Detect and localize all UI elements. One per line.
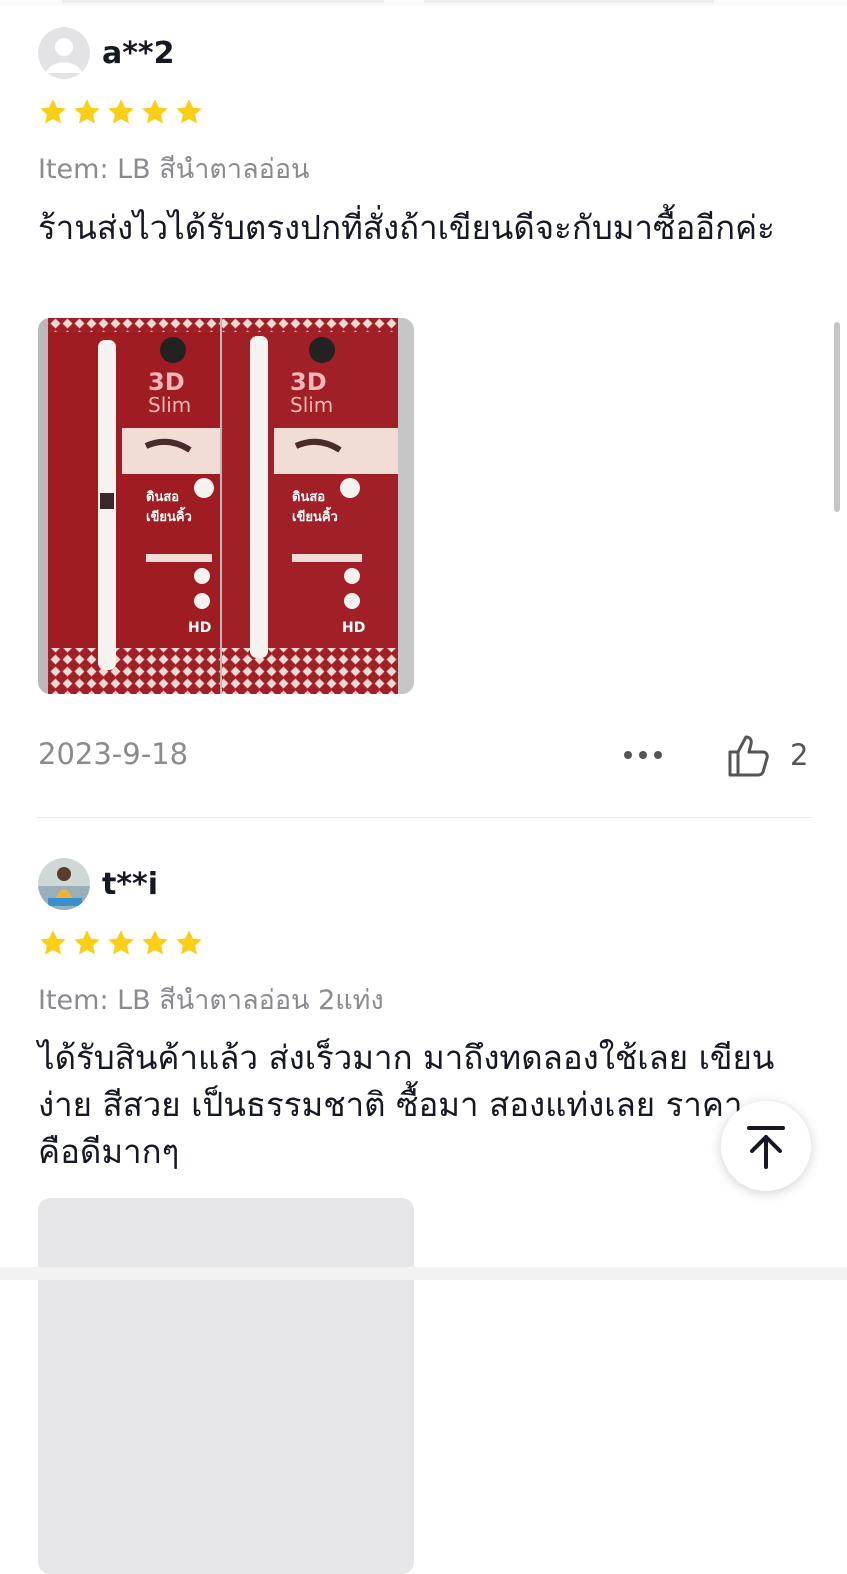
review-photo[interactable]: 3D Slim ดินสอ เขียนคิ้ว HD 3D Slim ดินสอ… xyxy=(38,318,414,694)
arrow-up-to-top-icon xyxy=(747,1126,785,1169)
svg-text:Slim: Slim xyxy=(290,393,333,417)
photo-slim-label: Slim xyxy=(148,393,191,417)
star-icon xyxy=(108,99,134,124)
more-dots-icon[interactable] xyxy=(624,751,662,759)
rating-stars xyxy=(38,928,204,958)
product-photo: 3D Slim ดินสอ เขียนคิ้ว HD 3D Slim ดินสอ… xyxy=(38,318,414,694)
svg-text:3D: 3D xyxy=(290,368,327,396)
reviewer[interactable]: a**2 xyxy=(38,27,175,79)
reviewer-name: a**2 xyxy=(102,35,175,71)
photo-pencil-label: ดินสอ xyxy=(146,490,179,505)
reviewer-name: t**i xyxy=(102,866,159,902)
review-text: ร้านส่งไวได้รับตรงปกที่สั่งถ้าเขียนดีจะก… xyxy=(38,208,775,247)
review-card: t**i Item: LB สีนำตาลอ่อน 2แท่ง ได้รับสิ… xyxy=(38,818,812,1574)
bottom-edge xyxy=(0,1267,847,1280)
reviewer[interactable]: t**i xyxy=(38,858,158,910)
star-icon xyxy=(108,930,134,955)
user-placeholder-icon xyxy=(38,27,90,79)
review-photo[interactable] xyxy=(38,1198,414,1574)
star-icon xyxy=(74,99,100,124)
star-icon xyxy=(176,930,202,955)
svg-text:ดินสอ: ดินสอ xyxy=(292,490,325,505)
review-date: 2023-9-18 xyxy=(38,737,189,771)
item-variant: Item: LB สีนำตาลอ่อน 2แท่ง xyxy=(38,985,384,1016)
avatar[interactable] xyxy=(38,27,90,79)
star-icon xyxy=(176,99,202,124)
photo-hd-label: HD xyxy=(188,620,211,636)
avatar[interactable] xyxy=(38,858,90,910)
photo-3d-label: 3D xyxy=(148,368,185,396)
star-icon xyxy=(142,99,168,124)
thumbs-up-icon[interactable] xyxy=(724,731,774,781)
avatar-image xyxy=(38,858,90,910)
like-count: 2 xyxy=(790,738,809,772)
svg-text:HD: HD xyxy=(342,620,365,636)
review-card: a**2 Item: LB สีนำตาลอ่อน ร้านส่งไวได้รั… xyxy=(38,0,812,800)
scrollbar[interactable] xyxy=(834,322,840,512)
review-text: ได้รับสินค้าแล้ว ส่งเร็วมาก มาถึงทดลองใช… xyxy=(38,1038,775,1171)
star-icon xyxy=(40,99,66,124)
item-variant: Item: LB สีนำตาลอ่อน xyxy=(38,154,310,185)
star-icon xyxy=(142,930,168,955)
back-to-top-button[interactable] xyxy=(721,1101,811,1191)
star-icon xyxy=(74,930,100,955)
rating-stars xyxy=(38,97,204,127)
star-icon xyxy=(40,930,66,955)
